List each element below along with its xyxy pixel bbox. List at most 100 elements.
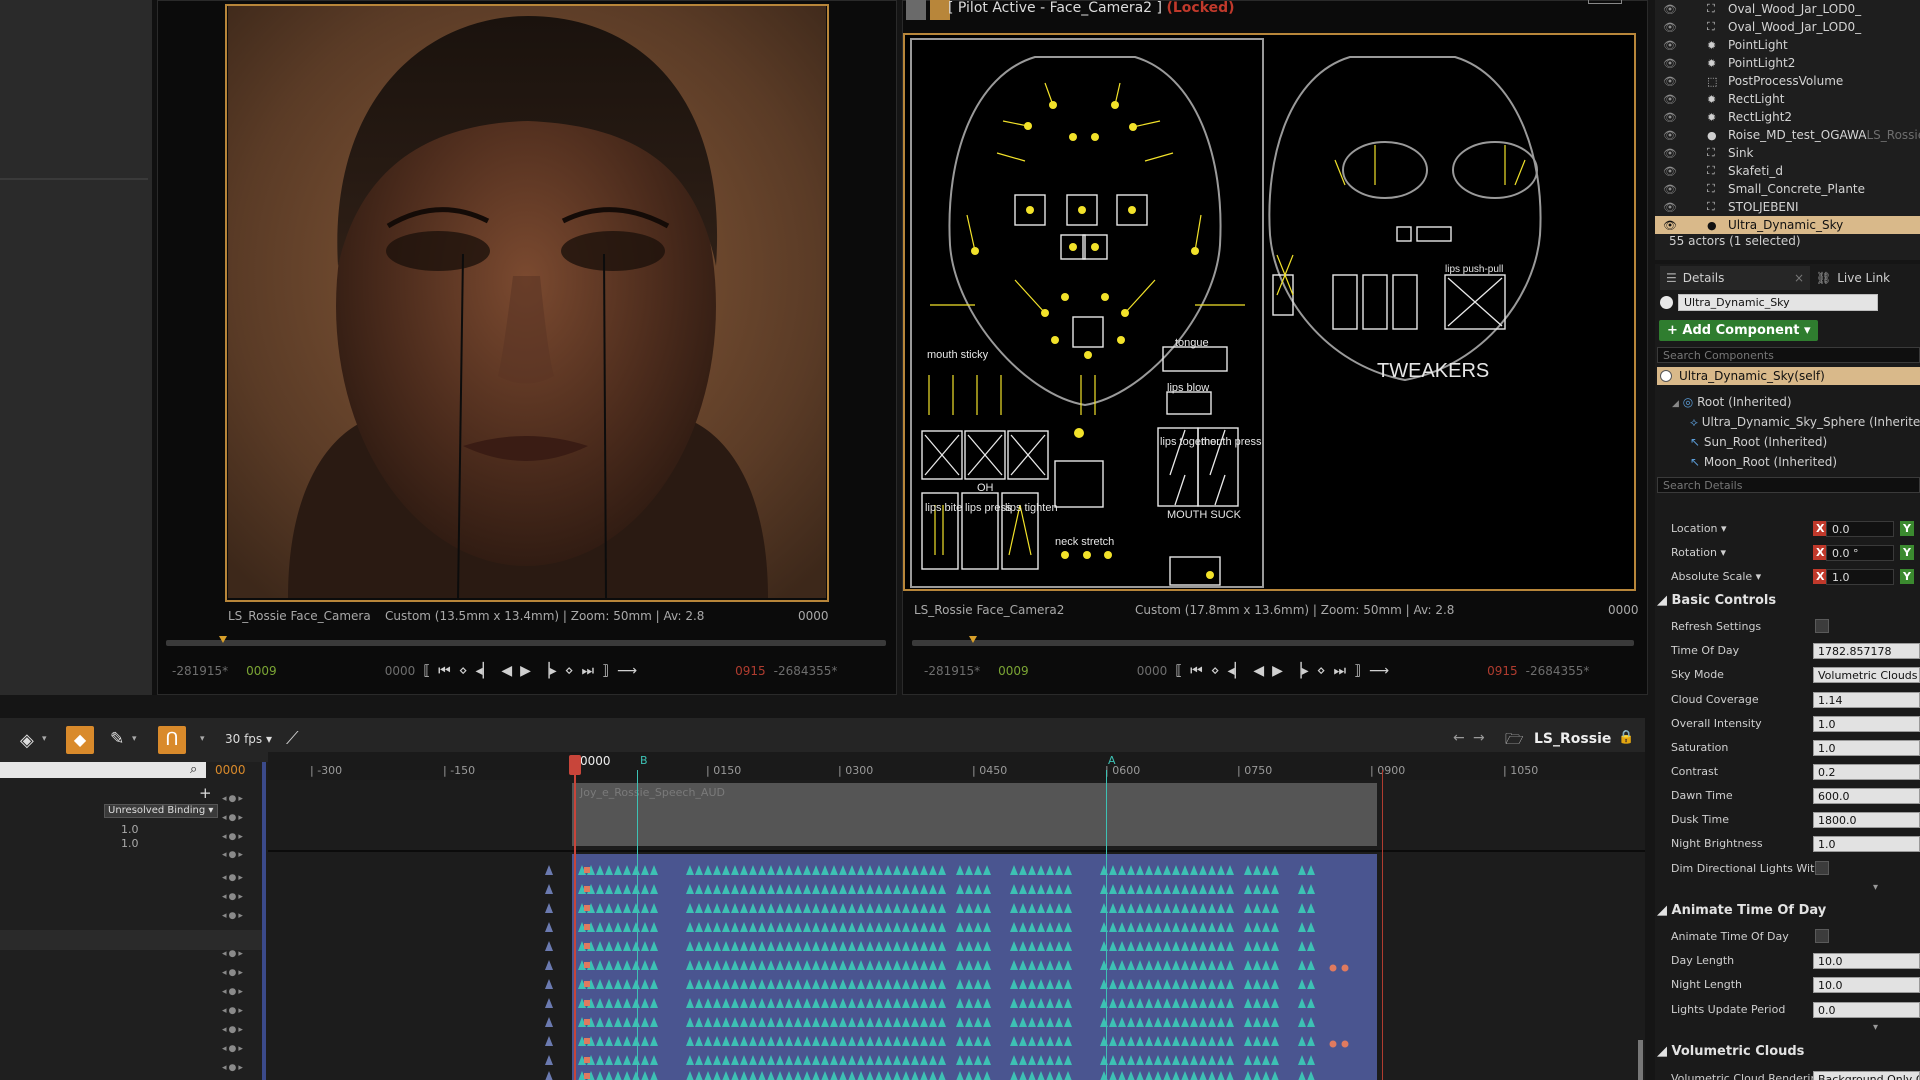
property-checkbox[interactable]	[1815, 619, 1829, 633]
expand-more-icon[interactable]: ▾	[1873, 1022, 1878, 1033]
dropdown-arrow-icon[interactable]: ▾	[132, 734, 137, 744]
outliner-row[interactable]: 👁 ⛶ Skafeti_d	[1655, 162, 1920, 180]
property-value-field[interactable]: 600.0	[1813, 788, 1920, 804]
start-frame[interactable]: 0009	[246, 664, 277, 678]
visibility-eye-icon[interactable]: 👁	[1663, 219, 1677, 232]
end-frame-2[interactable]: 0915	[1487, 664, 1518, 678]
playhead-line[interactable]	[574, 760, 576, 1080]
track-value-1[interactable]: 1.0	[121, 823, 139, 836]
pencil-icon[interactable]: ✎	[110, 729, 124, 749]
viewport2-scrubber[interactable]	[912, 640, 1634, 646]
outliner-row[interactable]: 👁 ✹ RectLight	[1655, 90, 1920, 108]
eject-icon[interactable]	[906, 0, 926, 20]
face-control-rig[interactable]: mouth sticky tongue lips blow lips toget…	[905, 35, 1634, 589]
step-back-icon[interactable]: ◂▏	[1228, 663, 1246, 679]
search-details-input[interactable]: Search Details	[1657, 477, 1920, 493]
transform-x-field[interactable]: 1.0	[1826, 569, 1894, 585]
key-nav-controls[interactable]: ◂●▸	[222, 850, 245, 860]
outliner-row[interactable]: 👁 ● Roise_MD_test_OGAWALS_Rossie	[1655, 126, 1920, 144]
skip-end-icon[interactable]: ⟧	[602, 663, 609, 679]
outliner-row[interactable]: 👁 ⛶ Oval_Wood_Jar_LOD0_	[1655, 18, 1920, 36]
loop-icon[interactable]: ⟶	[617, 663, 637, 679]
back-arrow-icon[interactable]: ←	[1453, 730, 1465, 746]
skip-start-icon[interactable]: ⟦	[423, 663, 430, 679]
fps-dropdown[interactable]: 30 fps ▾	[225, 732, 272, 746]
play-icon[interactable]: ▶	[1272, 663, 1283, 679]
visibility-eye-icon[interactable]: 👁	[1663, 39, 1677, 52]
step-forward-icon[interactable]: ▕▸	[1291, 663, 1309, 679]
step-back-icon[interactable]: ◂▏	[476, 663, 494, 679]
key-nav-controls[interactable]: ◂●▸	[222, 794, 245, 804]
property-value-field[interactable]: 1.14	[1813, 692, 1920, 708]
key-nav-controls[interactable]: ◂●▸	[222, 968, 245, 978]
tab-details[interactable]: ☰ Details ×	[1660, 266, 1810, 290]
component-sky-sphere[interactable]: ⟡ Ultra_Dynamic_Sky_Sphere (Inherited)	[1690, 415, 1920, 430]
unresolved-binding-dropdown[interactable]: Unresolved Binding ▾	[104, 804, 218, 818]
next-key-icon[interactable]: ⋄	[565, 663, 574, 679]
transform-x-field[interactable]: 0.0	[1826, 521, 1894, 537]
property-value-field[interactable]: 1782.857178	[1813, 643, 1920, 659]
property-value-field[interactable]: 10.0	[1813, 977, 1920, 993]
scrub2-marker[interactable]	[969, 636, 977, 643]
property-value-field[interactable]: 1.0	[1813, 740, 1920, 756]
key-nav-controls[interactable]: ◂●▸	[222, 1025, 245, 1035]
property-checkbox[interactable]	[1815, 929, 1829, 943]
end-frame[interactable]: 0915	[735, 664, 766, 678]
key-nav-controls[interactable]: ◂●▸	[222, 832, 245, 842]
loop-icon[interactable]: ⟶	[1369, 663, 1389, 679]
play-icon[interactable]: ▶	[520, 663, 531, 679]
keyframe-add-icon[interactable]: ◈	[20, 730, 34, 751]
auto-key-icon[interactable]: ◆	[66, 726, 94, 754]
current-frame-field[interactable]: 0000	[215, 763, 246, 777]
skip-start-icon[interactable]: ⟦	[1175, 663, 1182, 679]
section-header[interactable]: ◢ Volumetric Clouds	[1657, 1044, 1804, 1059]
current-frame[interactable]: 0000	[385, 664, 416, 678]
outliner-row[interactable]: 👁 ✹ PointLight2	[1655, 54, 1920, 72]
visibility-eye-icon[interactable]: 👁	[1663, 165, 1677, 178]
section-header[interactable]: ◢ Basic Controls	[1657, 593, 1776, 608]
marker-a[interactable]: A	[1108, 754, 1116, 767]
marker-b[interactable]: B	[640, 754, 648, 767]
property-value-field[interactable]: Volumetric Clouds	[1813, 667, 1920, 683]
jump-back-icon[interactable]: ⏮	[438, 663, 451, 679]
key-nav-controls[interactable]: ◂●▸	[222, 987, 245, 997]
lock-icon[interactable]: 🔒	[1618, 730, 1634, 745]
outliner-row[interactable]: 👁 ⛶ Oval_Wood_Jar_LOD0_	[1655, 0, 1920, 18]
property-value-field[interactable]: 0.0	[1813, 1002, 1920, 1018]
key-nav-controls[interactable]: ◂●▸	[222, 1063, 245, 1073]
curve-editor-icon[interactable]: ⟋	[286, 728, 299, 749]
expand-arrow-icon[interactable]: ◢	[1672, 399, 1679, 409]
transform-x-field[interactable]: 0.0 °	[1826, 545, 1894, 561]
outliner-row[interactable]: 👁 ⛶ Small_Concrete_Plante	[1655, 180, 1920, 198]
outliner-row[interactable]: 👁 ● Ultra_Dynamic_Sky	[1655, 216, 1920, 234]
visibility-eye-icon[interactable]: 👁	[1663, 147, 1677, 160]
jump-forward-icon[interactable]: ⏭	[581, 663, 594, 679]
property-value-field[interactable]: 1800.0	[1813, 812, 1920, 828]
skip-end-icon[interactable]: ⟧	[1354, 663, 1361, 679]
component-root[interactable]: ◢ ◎ Root (Inherited)	[1672, 395, 1792, 409]
visibility-eye-icon[interactable]: 👁	[1663, 3, 1677, 16]
dropdown-arrow-icon[interactable]: ▾	[42, 734, 47, 744]
property-value-field[interactable]: Background Only Cl	[1813, 1071, 1920, 1080]
prev-key-icon[interactable]: ⋄	[459, 663, 468, 679]
start-frame-2[interactable]: 0009	[998, 664, 1029, 678]
play-reverse-icon[interactable]: ◀	[1253, 663, 1264, 679]
key-nav-controls[interactable]: ◂●▸	[222, 873, 245, 883]
outliner-row[interactable]: 👁 ✹ PointLight	[1655, 36, 1920, 54]
maximize-icon[interactable]	[1588, 0, 1622, 4]
outliner-row[interactable]: 👁 ⛶ Sink	[1655, 144, 1920, 162]
key-nav-controls[interactable]: ◂●▸	[222, 1044, 245, 1054]
folder-icon[interactable]: 🗁	[1505, 729, 1524, 754]
visibility-eye-icon[interactable]: 👁	[1663, 57, 1677, 70]
key-nav-controls[interactable]: ◂●▸	[222, 813, 245, 823]
selected-track-row[interactable]	[0, 930, 262, 950]
prev-key-icon[interactable]: ⋄	[1211, 663, 1220, 679]
outliner-row[interactable]: 👁 ✹ RectLight2	[1655, 108, 1920, 126]
visibility-eye-icon[interactable]: 👁	[1663, 21, 1677, 34]
time-ruler[interactable]: | -300 | -150 | 0150 | 0300 | 0450 | 0600 | 07…	[268, 752, 1645, 780]
play-reverse-icon[interactable]: ◀	[501, 663, 512, 679]
section-header[interactable]: ◢ Animate Time Of Day	[1657, 903, 1826, 918]
search-icon[interactable]: ⌕	[190, 762, 197, 777]
key-nav-controls[interactable]: ◂●▸	[222, 949, 245, 959]
add-component-button[interactable]: + Add Component ▾	[1659, 320, 1819, 341]
